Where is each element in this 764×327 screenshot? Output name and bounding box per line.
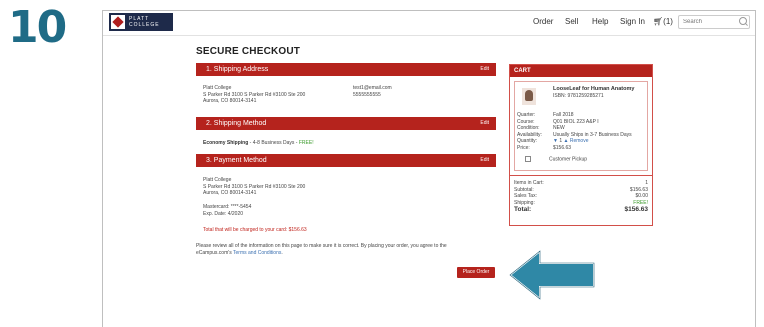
payment-method-edit-button[interactable]: Edit [480,154,489,167]
review-line2-prefix: eCampus.com's [196,249,232,256]
shipping-line2: Aurora, CO 80014-3141 [203,98,257,104]
decrease-quantity-icon[interactable]: ▼ [553,138,558,144]
page-title: SECURE CHECKOUT [196,46,301,57]
cart-icon: 🛒︎ [653,17,664,26]
card-number: Mastercard: ****-5454 [203,204,252,210]
customer-pickup-option[interactable]: Customer Pickup [525,156,587,163]
charge-total-note: Total that will be charged to your card:… [203,227,307,233]
logo-emblem-icon [111,15,125,29]
cart-item-isbn: ISBN: 9781259285271 [553,93,604,99]
logo-line2: COLLEGE [129,22,160,28]
payment-method-header: 3. Payment Method Edit [196,154,496,167]
pickup-label: Customer Pickup [549,156,588,163]
search-icon[interactable] [739,17,747,25]
cart-title: CART [510,65,652,77]
nav-help[interactable]: Help [592,17,608,26]
label-price: Price: [517,144,530,151]
card-expiry: Exp. Date: 4/2020 [203,210,244,217]
increase-quantity-icon[interactable]: ▲ [564,138,569,144]
billing-line2: Aurora, CO 80014-3141 [203,190,257,196]
shipping-address-block: Platt College S Parker Rd 3100 S Parker … [203,85,305,105]
cart-summary: Items in Cart: 1 Subtotal: $156.63 Sales T… [514,180,648,214]
cart-item-values: Fall 2018 Q01 BIOL 223 A&P I NEW Usually… [553,112,632,151]
remove-link[interactable]: Remove [570,138,589,144]
cart-divider [510,175,652,176]
browser-frame: PLATT COLLEGE Order Sell Help Sign In 🛒︎… [102,10,756,327]
terms-link[interactable]: Terms and Conditions [233,250,281,256]
pointer-arrow-icon [508,248,595,302]
shipping-method-edit-button[interactable]: Edit [480,117,489,130]
shipping-address-title: 1. Shipping Address [206,66,269,73]
review-line2-suffix: . [281,249,283,256]
shipping-method-title: 2. Shipping Method [206,120,267,127]
nav-cart[interactable]: 🛒︎(1) [653,17,673,26]
nav-sign-in[interactable]: Sign In [620,17,645,26]
shipping-contact-block: test1@email.com 5555555555 [353,85,392,98]
nav-sell[interactable]: Sell [565,17,578,26]
pickup-checkbox[interactable] [525,156,531,162]
label-condition: Condition: [517,125,540,131]
shipping-method-header: 2. Shipping Method Edit [196,117,496,130]
place-order-button[interactable]: Place Order [457,267,495,278]
payment-method-title: 3. Payment Method [206,157,267,164]
billing-address-block: Platt College S Parker Rd 3100 S Parker … [203,177,305,197]
cart-item-name[interactable]: LooseLeaf for Human Anatomy [553,86,634,93]
nav-order[interactable]: Order [533,17,553,26]
shipping-method-detail: - 4-8 Business Days - [249,140,298,146]
shipping-phone: 5555555555 [353,91,381,98]
value-price: $156.63 [553,144,572,151]
cart-item: LooseLeaf for Human Anatomy ISBN: 978125… [514,81,648,171]
value-quantity: 1 [559,138,563,144]
cart-item-labels: Quarter: Course: Condition: Availability… [517,112,542,151]
shipping-address-header: 1. Shipping Address Edit [196,63,496,76]
shipping-method-name: Economy Shipping [203,140,249,146]
platt-college-logo[interactable]: PLATT COLLEGE [109,13,173,31]
shipping-method-line: Economy Shipping - 4-8 Business Days - F… [203,140,314,147]
cart-count: (1) [663,17,673,26]
shipping-address-edit-button[interactable]: Edit [480,63,489,76]
shipping-email: test1@email.com [353,85,392,91]
total-value: $156.63 [624,206,649,213]
shipping-method-free: FREE! [298,140,314,146]
total-label: Total: [514,206,532,213]
review-note: Please review all of the information on … [196,243,447,256]
card-block: Mastercard: ****-5454 Exp. Date: 4/2020 [203,204,251,217]
step-number: 10 [8,2,67,53]
top-navigation-bar: PLATT COLLEGE Order Sell Help Sign In 🛒︎… [103,11,755,36]
cart-panel: CART LooseLeaf for Human Anatomy ISBN: 9… [509,64,653,226]
book-cover-image [522,88,536,105]
